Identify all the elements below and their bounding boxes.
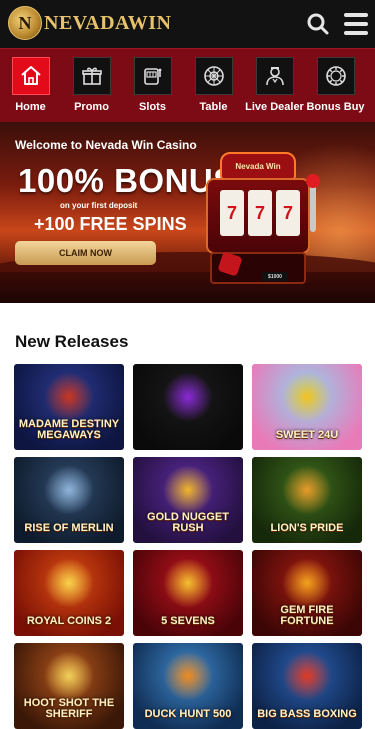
- game-art: [44, 651, 94, 701]
- category-promo[interactable]: Promo: [61, 49, 122, 123]
- game-tile[interactable]: Gem Fire Fortune: [252, 550, 362, 636]
- banner-welcome-text: Welcome to Nevada Win Casino: [15, 138, 197, 152]
- game-tile[interactable]: Hoot Shot the Sheriff: [14, 643, 124, 729]
- top-header: N NEVADAWIN: [0, 0, 375, 48]
- slot-reel: 7: [220, 190, 244, 236]
- game-art: [163, 651, 213, 701]
- nevadawin-logo[interactable]: N NEVADAWIN: [8, 6, 172, 40]
- game-art: [44, 465, 94, 515]
- slot-sign: Nevada Win: [220, 152, 296, 180]
- banner-free-spins: +100 FREE SPINS: [34, 214, 187, 234]
- promo-banner[interactable]: Welcome to Nevada Win Casino 100% BONUS …: [0, 122, 375, 303]
- game-title: Madame Destiny Megaways: [18, 417, 120, 442]
- category-live-dealer[interactable]: Live Dealer: [244, 49, 305, 123]
- category-label: Live Dealer: [245, 101, 304, 113]
- chip-icon: [316, 57, 355, 95]
- game-art: [44, 558, 94, 608]
- claim-now-button[interactable]: CLAIM NOW: [15, 241, 156, 265]
- category-nav: Home Promo Slots Table Live Dealer Bonus…: [0, 48, 375, 122]
- logo-emblem: N: [8, 6, 42, 40]
- game-art: [44, 372, 94, 422]
- slot-lever: [310, 182, 316, 232]
- game-title: Hoot Shot the Sheriff: [23, 696, 115, 721]
- game-title: Rise of Merlin: [24, 522, 114, 535]
- roulette-icon: [194, 57, 233, 95]
- game-tile[interactable]: [133, 364, 243, 450]
- home-icon: [11, 57, 50, 95]
- gift-icon: [72, 57, 111, 95]
- game-title: Sweet 24U: [275, 429, 339, 442]
- game-title: Gem Fire Fortune: [280, 603, 334, 628]
- category-bonus-buy[interactable]: Bonus Buy: [305, 49, 366, 123]
- game-tile[interactable]: Sweet 24U: [252, 364, 362, 450]
- category-label: Table: [199, 101, 228, 113]
- category-label: Slots: [139, 101, 166, 113]
- slot-lever-knob: [306, 174, 320, 188]
- game-art: [282, 465, 332, 515]
- logo-text: NEVADAWIN: [44, 11, 172, 34]
- game-tile[interactable]: Duck Hunt 500: [133, 643, 243, 729]
- game-tile[interactable]: Lion's Pride: [252, 457, 362, 543]
- game-art: [163, 372, 213, 422]
- game-title: Duck Hunt 500: [144, 708, 232, 721]
- game-tile[interactable]: Rise of Merlin: [14, 457, 124, 543]
- game-art: [163, 465, 213, 515]
- game-title: Big Bass Boxing: [257, 708, 357, 721]
- category-slots[interactable]: Slots: [122, 49, 183, 123]
- category-home[interactable]: Home: [0, 49, 61, 123]
- banner-subline: on your first deposit: [60, 201, 138, 210]
- game-art: [282, 558, 332, 608]
- search-icon[interactable]: [306, 12, 330, 36]
- game-title: Royal Coins 2: [26, 615, 112, 628]
- category-label: Home: [15, 101, 46, 113]
- slot-jackpot-badge: $1000: [262, 272, 288, 281]
- game-art: [282, 372, 332, 422]
- game-tile[interactable]: Madame Destiny Megaways: [14, 364, 124, 450]
- section-title-new-releases: New Releases: [15, 332, 129, 351]
- logo-letter: N: [18, 12, 32, 33]
- slot-machine-icon: [133, 57, 172, 95]
- game-art: [163, 558, 213, 608]
- game-title: Gold Nugget Rush: [147, 510, 229, 535]
- slot-reel: 7: [276, 190, 300, 236]
- game-art: [282, 651, 332, 701]
- game-tile[interactable]: Gold Nugget Rush: [133, 457, 243, 543]
- hamburger-menu-icon[interactable]: [344, 13, 368, 35]
- game-grid: Madame Destiny Megaways Sweet 24U Rise of …: [14, 364, 364, 729]
- category-table[interactable]: Table: [183, 49, 244, 123]
- game-tile[interactable]: Royal Coins 2: [14, 550, 124, 636]
- game-tile[interactable]: 5 Sevens: [133, 550, 243, 636]
- dealer-icon: [255, 57, 294, 95]
- game-title: Lion's Pride: [270, 522, 344, 535]
- game-tile[interactable]: Big Bass Boxing: [252, 643, 362, 729]
- category-label: Bonus Buy: [306, 101, 365, 113]
- banner-headline: 100% BONUS: [18, 162, 236, 199]
- slot-reel: 7: [248, 190, 272, 236]
- category-label: Promo: [74, 101, 109, 113]
- slot-body: 7 7 7: [206, 178, 310, 254]
- game-title: 5 Sevens: [161, 615, 215, 628]
